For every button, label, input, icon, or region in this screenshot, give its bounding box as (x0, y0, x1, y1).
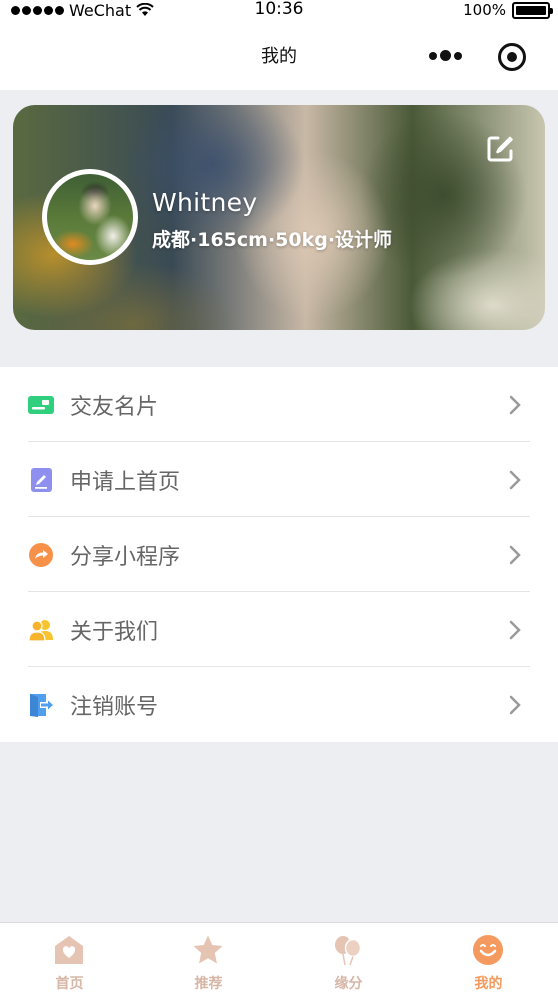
menu-label: 关于我们 (70, 620, 159, 645)
tab-mine[interactable]: 我的 (419, 923, 558, 994)
profile-card[interactable]: Whitney 成都·165cm·50kg·设计师 (13, 105, 545, 330)
more-options-icon[interactable] (429, 50, 462, 61)
chevron-right-icon (509, 470, 521, 490)
battery-status: 100% (463, 0, 553, 20)
chevron-right-icon (509, 620, 521, 640)
tab-label: 缘分 (334, 976, 363, 992)
balloon-icon (335, 936, 362, 966)
menu-label: 注销账号 (70, 695, 159, 720)
tab-recommend[interactable]: 推荐 (139, 923, 278, 994)
chevron-right-icon (509, 395, 521, 415)
tab-bar: 首页 推荐 缘分 我的 (0, 922, 558, 994)
chevron-right-icon (509, 545, 521, 565)
chevron-right-icon (509, 695, 521, 715)
menu-list: 交友名片 申请上首页 分享小程序 关于我们 注销账号 (0, 367, 558, 742)
people-icon (28, 620, 53, 642)
tab-home[interactable]: 首页 (0, 923, 139, 994)
menu-item-apply-homepage[interactable]: 申请上首页 (28, 442, 530, 517)
logout-icon (30, 694, 53, 717)
tab-label: 推荐 (194, 976, 223, 992)
tab-fate[interactable]: 缘分 (279, 923, 418, 994)
smile-icon (473, 935, 503, 965)
share-icon (29, 543, 53, 567)
edit-profile-icon[interactable] (486, 135, 514, 163)
menu-item-card[interactable]: 交友名片 (28, 367, 530, 442)
battery-icon (512, 1, 553, 19)
menu-item-share[interactable]: 分享小程序 (28, 517, 530, 592)
star-icon (193, 935, 223, 964)
close-miniprogram-icon[interactable] (498, 43, 526, 71)
user-name: Whitney (152, 188, 258, 217)
tab-label: 首页 (55, 976, 84, 992)
menu-label: 申请上首页 (70, 470, 181, 495)
menu-label: 分享小程序 (70, 545, 181, 570)
id-card-icon (28, 396, 54, 414)
user-info: 成都·165cm·50kg·设计师 (152, 229, 393, 251)
menu-item-delete-account[interactable]: 注销账号 (28, 667, 530, 742)
home-icon (55, 936, 83, 964)
edit-note-icon (31, 468, 52, 492)
menu-label: 交友名片 (70, 395, 159, 420)
avatar[interactable] (42, 169, 138, 265)
menu-item-about[interactable]: 关于我们 (28, 592, 530, 667)
nav-bar: 我的 (0, 20, 558, 90)
status-bar: WeChat 10:36 100% (0, 0, 558, 20)
page-title: 我的 (261, 46, 297, 67)
tab-label: 我的 (474, 976, 503, 992)
battery-percent: 100% (463, 1, 506, 19)
